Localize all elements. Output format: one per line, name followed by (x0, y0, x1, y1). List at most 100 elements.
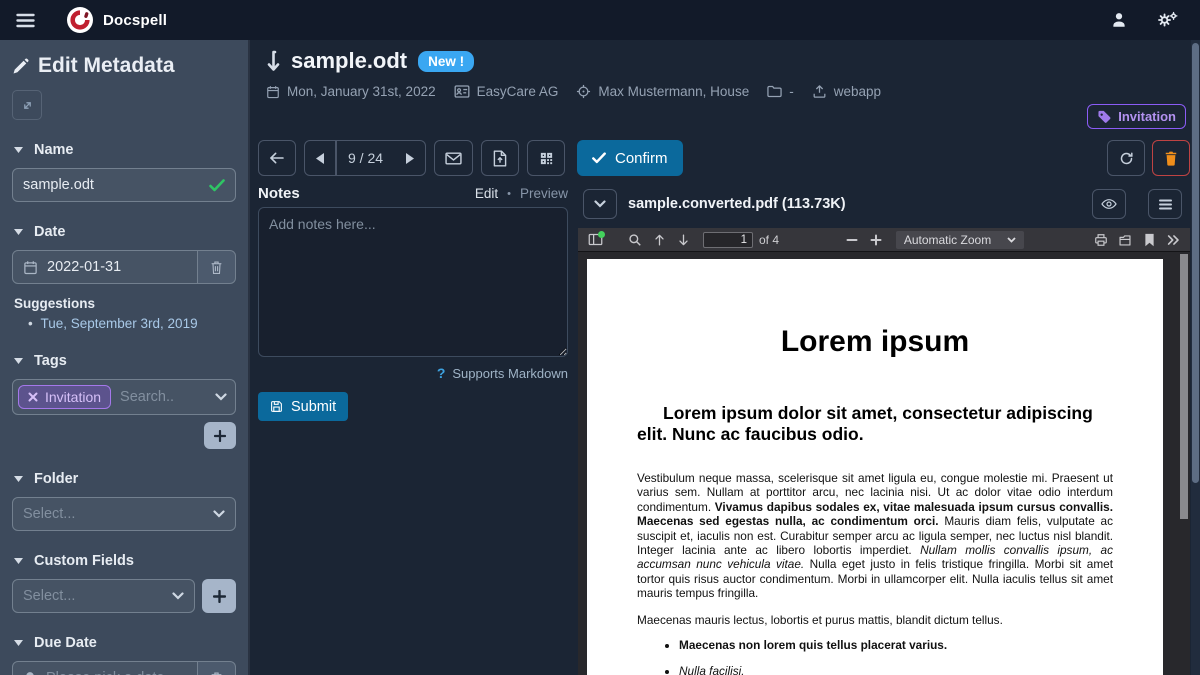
pdf-zoom-in-icon[interactable] (864, 229, 888, 251)
item-correspondent[interactable]: EasyCare AG (454, 84, 559, 99)
pdf-viewer-canvas: Lorem ipsum Lorem ipsum dolor sit amet, … (578, 252, 1190, 675)
section-name[interactable]: Name (14, 142, 234, 158)
pdf-page: Lorem ipsum Lorem ipsum dolor sit amet, … (587, 259, 1163, 675)
item-toolbar: 9 / 24 Confirm (258, 140, 683, 176)
main-scrollbar-track (1191, 40, 1200, 675)
notes-label: Notes (258, 185, 300, 202)
pdf-scrollbar-thumb[interactable] (1180, 254, 1188, 519)
date-suggestion-link[interactable]: Tue, September 3rd, 2019 (28, 316, 236, 331)
notes-textarea[interactable] (258, 207, 568, 357)
send-mail-button[interactable] (434, 140, 473, 176)
remove-tag-icon[interactable] (28, 392, 38, 402)
main-scrollbar-thumb[interactable] (1192, 43, 1199, 483)
crosshair-icon (576, 84, 591, 99)
section-custom-fields[interactable]: Custom Fields (14, 553, 234, 569)
custom-fields-row: Select... (12, 579, 236, 613)
pdf-search-icon[interactable] (623, 229, 647, 251)
attachment-actions (1092, 189, 1182, 219)
caret-down-icon (14, 358, 23, 364)
delete-item-button[interactable] (1152, 140, 1190, 176)
question-icon: ? (437, 365, 446, 381)
collapse-attachment-button[interactable] (583, 189, 617, 219)
item-source[interactable]: webapp (812, 84, 881, 99)
id-card-icon (454, 85, 470, 98)
main-content: sample.odt New ! Mon, January 31st, 2022… (250, 40, 1200, 675)
attachment-header: sample.converted.pdf (113.73K) (578, 186, 1190, 222)
date-field-group: 2022-01-31 (12, 250, 236, 284)
preview-eye-button[interactable] (1092, 189, 1126, 219)
chevron-down-icon (213, 510, 225, 518)
item-concerning[interactable]: Max Mustermann, House (576, 84, 749, 99)
docspell-logo-icon (67, 7, 93, 33)
pdf-next-page-icon[interactable] (671, 229, 695, 251)
next-item-button[interactable] (394, 140, 426, 176)
pdf-page-input[interactable] (703, 232, 753, 248)
tag-chip-invitation[interactable]: Invitation (18, 385, 111, 409)
expand-sidebar-button[interactable] (12, 90, 42, 120)
date-value: 2022-01-31 (47, 259, 121, 275)
notes-section: Notes Edit • Preview ? Supports Markdown… (258, 185, 568, 421)
back-button[interactable] (258, 140, 296, 176)
reprocess-button[interactable] (1107, 140, 1145, 176)
tags-multiselect[interactable]: Invitation (12, 379, 236, 415)
topbar-actions (1110, 11, 1184, 29)
pdf-doc-paragraph-2: Maecenas mauris lectus, lobortis et puru… (637, 613, 1113, 627)
add-tag-button[interactable] (204, 422, 236, 449)
add-file-button[interactable] (481, 140, 519, 176)
submit-notes-button[interactable]: Submit (258, 392, 348, 421)
notes-tab-edit[interactable]: Edit (475, 186, 498, 201)
calendar-icon (266, 85, 280, 99)
section-tags[interactable]: Tags (14, 353, 234, 369)
calendar-icon (23, 260, 38, 275)
item-meta-row: Mon, January 31st, 2022 EasyCare AG Max … (266, 84, 1184, 99)
section-due-date[interactable]: Due Date (14, 635, 234, 651)
section-date[interactable]: Date (14, 224, 234, 240)
hamburger-menu-icon[interactable] (16, 13, 35, 28)
add-custom-field-button[interactable] (202, 579, 236, 613)
section-folder[interactable]: Folder (14, 471, 234, 487)
pdf-bookmark-icon[interactable] (1137, 229, 1161, 251)
folder-select[interactable]: Select... (12, 497, 236, 531)
item-title: sample.odt (291, 48, 407, 74)
app-logo[interactable]: Docspell (67, 7, 167, 33)
due-date-field[interactable]: Please pick a date... (12, 661, 198, 675)
chevron-down-icon (172, 592, 184, 600)
bell-icon (23, 671, 37, 675)
markdown-hint[interactable]: ? Supports Markdown (258, 365, 568, 381)
new-badge: New ! (418, 51, 474, 72)
date-field[interactable]: 2022-01-31 (12, 250, 198, 284)
pdf-viewer-toolbar: of 4 Automatic Zoom (578, 228, 1190, 252)
pdf-doc-paragraph: Vestibulum neque massa, scelerisque sit … (637, 471, 1113, 601)
pdf-sidebar-toggle-icon[interactable] (583, 229, 607, 251)
pdf-previous-page-icon[interactable] (647, 229, 671, 251)
qr-code-button[interactable] (527, 140, 565, 176)
pdf-print-icon[interactable] (1089, 229, 1113, 251)
confirm-button[interactable]: Confirm (577, 140, 683, 176)
attachment-menu-button[interactable] (1148, 189, 1182, 219)
long-arrow-down-icon (266, 50, 280, 72)
pdf-page-content: Lorem ipsum Lorem ipsum dolor sit amet, … (587, 259, 1163, 675)
caret-down-icon (14, 640, 23, 646)
pdf-more-tools-icon[interactable] (1161, 229, 1185, 251)
pdf-doc-bullet: Maecenas non lorem quis tellus placerat … (679, 638, 1113, 652)
user-account-icon[interactable] (1110, 11, 1128, 29)
name-input[interactable] (23, 177, 200, 193)
previous-item-button[interactable] (304, 140, 336, 176)
folder-icon (767, 85, 782, 98)
pencil-icon (12, 58, 29, 75)
pdf-zoom-select[interactable]: Automatic Zoom (896, 231, 1024, 249)
item-folder[interactable]: - (767, 84, 794, 99)
check-icon (592, 152, 606, 164)
notes-tab-preview[interactable]: Preview (520, 186, 568, 201)
clear-due-date-button[interactable] (198, 661, 236, 675)
item-date[interactable]: Mon, January 31st, 2022 (266, 84, 436, 99)
notes-tab-separator: • (507, 188, 511, 200)
item-tag-badge[interactable]: Invitation (1087, 104, 1186, 129)
suggestions-label: Suggestions (14, 296, 234, 311)
clear-date-button[interactable] (198, 250, 236, 284)
pdf-download-icon[interactable] (1113, 229, 1137, 251)
custom-field-select[interactable]: Select... (12, 579, 195, 613)
tag-search-input[interactable] (120, 389, 206, 405)
pdf-zoom-out-icon[interactable] (840, 229, 864, 251)
settings-gears-icon[interactable] (1156, 11, 1178, 29)
